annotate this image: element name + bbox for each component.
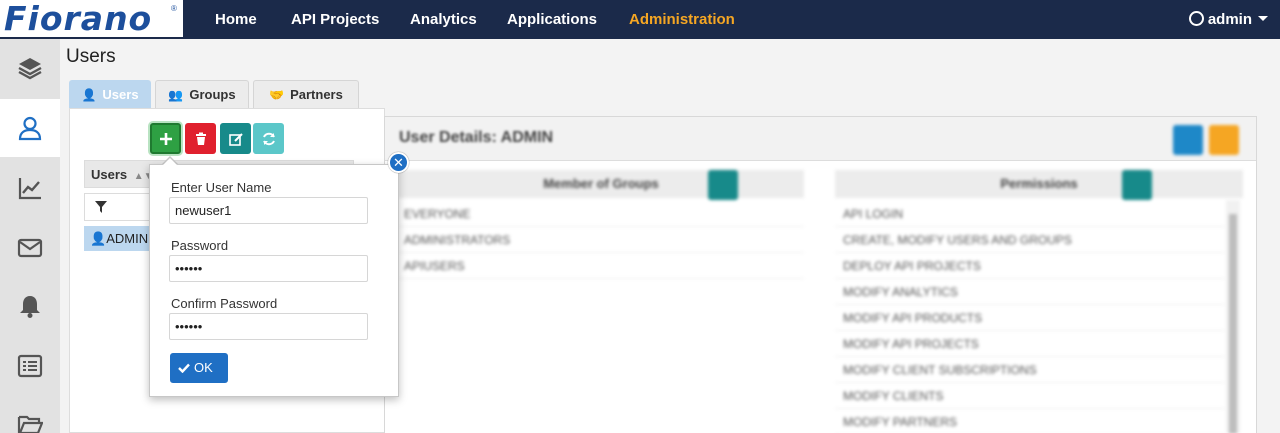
permission-name: MODIFY API PRODUCTS	[843, 311, 983, 325]
top-navbar: Fiorano ® Home API Projects Analytics Ap…	[0, 0, 1280, 39]
permission-name: MODIFY CLIENT SUBSCRIPTIONS	[843, 363, 1037, 377]
table-row: MODIFY PARTNERS	[835, 409, 1225, 433]
logo-text: Fiorano	[4, 0, 153, 38]
user-icon: 👤	[90, 231, 107, 246]
ok-button-label: OK	[194, 360, 213, 375]
page-title: Users	[66, 46, 116, 67]
nav-applications[interactable]: Applications	[507, 0, 597, 39]
table-row: MODIFY CLIENTS	[835, 383, 1225, 409]
permission-name: MODIFY API PROJECTS	[843, 337, 979, 351]
edit-permissions-button[interactable]	[1122, 170, 1152, 200]
table-row: MODIFY API PRODUCTS	[835, 305, 1225, 331]
undo-button[interactable]	[1209, 125, 1239, 155]
user-circle-icon	[1188, 11, 1204, 26]
rail-alerts[interactable]	[0, 277, 60, 335]
table-row: DEPLOY API PROJECTS	[835, 253, 1225, 279]
permission-name: MODIFY ANALYTICS	[843, 285, 958, 299]
save-button[interactable]	[1173, 125, 1203, 155]
fiorano-logo[interactable]: Fiorano ®	[0, 0, 183, 39]
confirm-password-label: Confirm Password	[171, 296, 278, 311]
nav-api-projects[interactable]: API Projects	[291, 0, 379, 39]
caret-down-icon	[1258, 16, 1268, 21]
refresh-icon	[262, 132, 275, 145]
check-icon	[178, 363, 190, 374]
permission-name: API LOGIN	[843, 207, 904, 221]
groups-header-label: Member of Groups	[543, 176, 659, 191]
table-row: EVERYONE	[398, 201, 804, 227]
tab-groups-label: Groups	[189, 87, 236, 102]
nav-home[interactable]: Home	[215, 0, 257, 39]
edit-user-button[interactable]	[220, 123, 251, 154]
tab-users[interactable]: 👤 Users	[69, 80, 151, 108]
username-input[interactable]	[169, 197, 368, 224]
plus-icon	[159, 132, 172, 145]
group-name: APIUSERS	[404, 259, 465, 273]
permission-name: MODIFY PARTNERS	[843, 415, 958, 429]
table-row: CREATE, MODIFY USERS AND GROUPS	[835, 227, 1225, 253]
rail-list[interactable]	[0, 337, 60, 395]
permissions-header-label: Permissions	[1000, 176, 1078, 191]
rail-layers[interactable]	[0, 39, 60, 97]
delete-user-button[interactable]	[185, 123, 216, 154]
nav-administration[interactable]: Administration	[629, 0, 735, 39]
confirm-password-input[interactable]	[169, 313, 368, 340]
edit-groups-button[interactable]	[708, 170, 738, 200]
popup-arrow-inner	[163, 158, 177, 165]
tab-groups[interactable]: 👥 Groups	[155, 80, 249, 108]
rail-messages[interactable]	[0, 219, 60, 277]
scrollbar-thumb[interactable]	[1229, 214, 1237, 433]
table-row: MODIFY ANALYTICS	[835, 279, 1225, 305]
ok-button[interactable]: OK	[170, 353, 228, 383]
tab-partners[interactable]: 🤝 Partners	[253, 80, 359, 108]
group-name: EVERYONE	[404, 207, 471, 221]
table-row: API LOGIN	[835, 201, 1225, 227]
users-column-label: Users	[91, 167, 128, 182]
permissions-scrollbar[interactable]	[1226, 200, 1240, 433]
permission-name: CREATE, MODIFY USERS AND GROUPS	[843, 233, 1072, 247]
permission-name: DEPLOY API PROJECTS	[843, 259, 981, 273]
logo-registered-mark: ®	[171, 4, 177, 13]
user-details-header: User Details: ADMIN	[385, 117, 1256, 161]
group-name: ADMINISTRATORS	[404, 233, 511, 247]
list-icon	[17, 354, 43, 378]
table-row: ADMINISTRATORS	[398, 227, 804, 253]
table-row: MODIFY API PROJECTS	[835, 331, 1225, 357]
tab-partners-label: Partners	[290, 87, 343, 102]
rail-folders[interactable]	[0, 395, 60, 433]
refresh-button[interactable]	[253, 123, 284, 154]
trash-icon	[195, 132, 206, 145]
password-label: Password	[171, 238, 229, 253]
rail-users[interactable]	[0, 99, 60, 157]
add-user-button[interactable]	[150, 123, 181, 154]
user-menu-label: admin	[1207, 11, 1252, 28]
username-label: Enter User Name	[171, 180, 272, 195]
bell-icon	[20, 296, 40, 318]
users-icon: 👥	[168, 88, 184, 102]
table-row: APIUSERS	[398, 253, 804, 279]
tab-users-label: Users	[102, 87, 139, 102]
user-menu[interactable]: admin	[1188, 0, 1268, 39]
layers-icon	[18, 58, 42, 80]
handshake-icon: 🤝	[269, 88, 285, 102]
user-row-label: ADMIN	[106, 231, 149, 246]
filter-icon	[95, 201, 107, 213]
permission-name: MODIFY CLIENTS	[843, 389, 944, 403]
groups-column-header: Member of Groups	[398, 170, 804, 198]
envelope-icon	[17, 238, 43, 258]
line-chart-icon	[18, 178, 41, 200]
user-icon: 👤	[81, 88, 97, 102]
close-icon[interactable]: ✕	[388, 152, 409, 173]
edit-icon	[228, 132, 243, 146]
password-input[interactable]	[169, 255, 368, 282]
folder-open-icon	[17, 415, 43, 433]
left-rail	[0, 39, 60, 433]
permissions-column-header: Permissions	[835, 170, 1243, 198]
rail-analytics[interactable]	[0, 159, 60, 217]
table-row: MODIFY CLIENT SUBSCRIPTIONS	[835, 357, 1225, 383]
user-details-title: User Details: ADMIN	[399, 129, 554, 146]
user-icon	[18, 116, 42, 141]
nav-analytics[interactable]: Analytics	[410, 0, 477, 39]
